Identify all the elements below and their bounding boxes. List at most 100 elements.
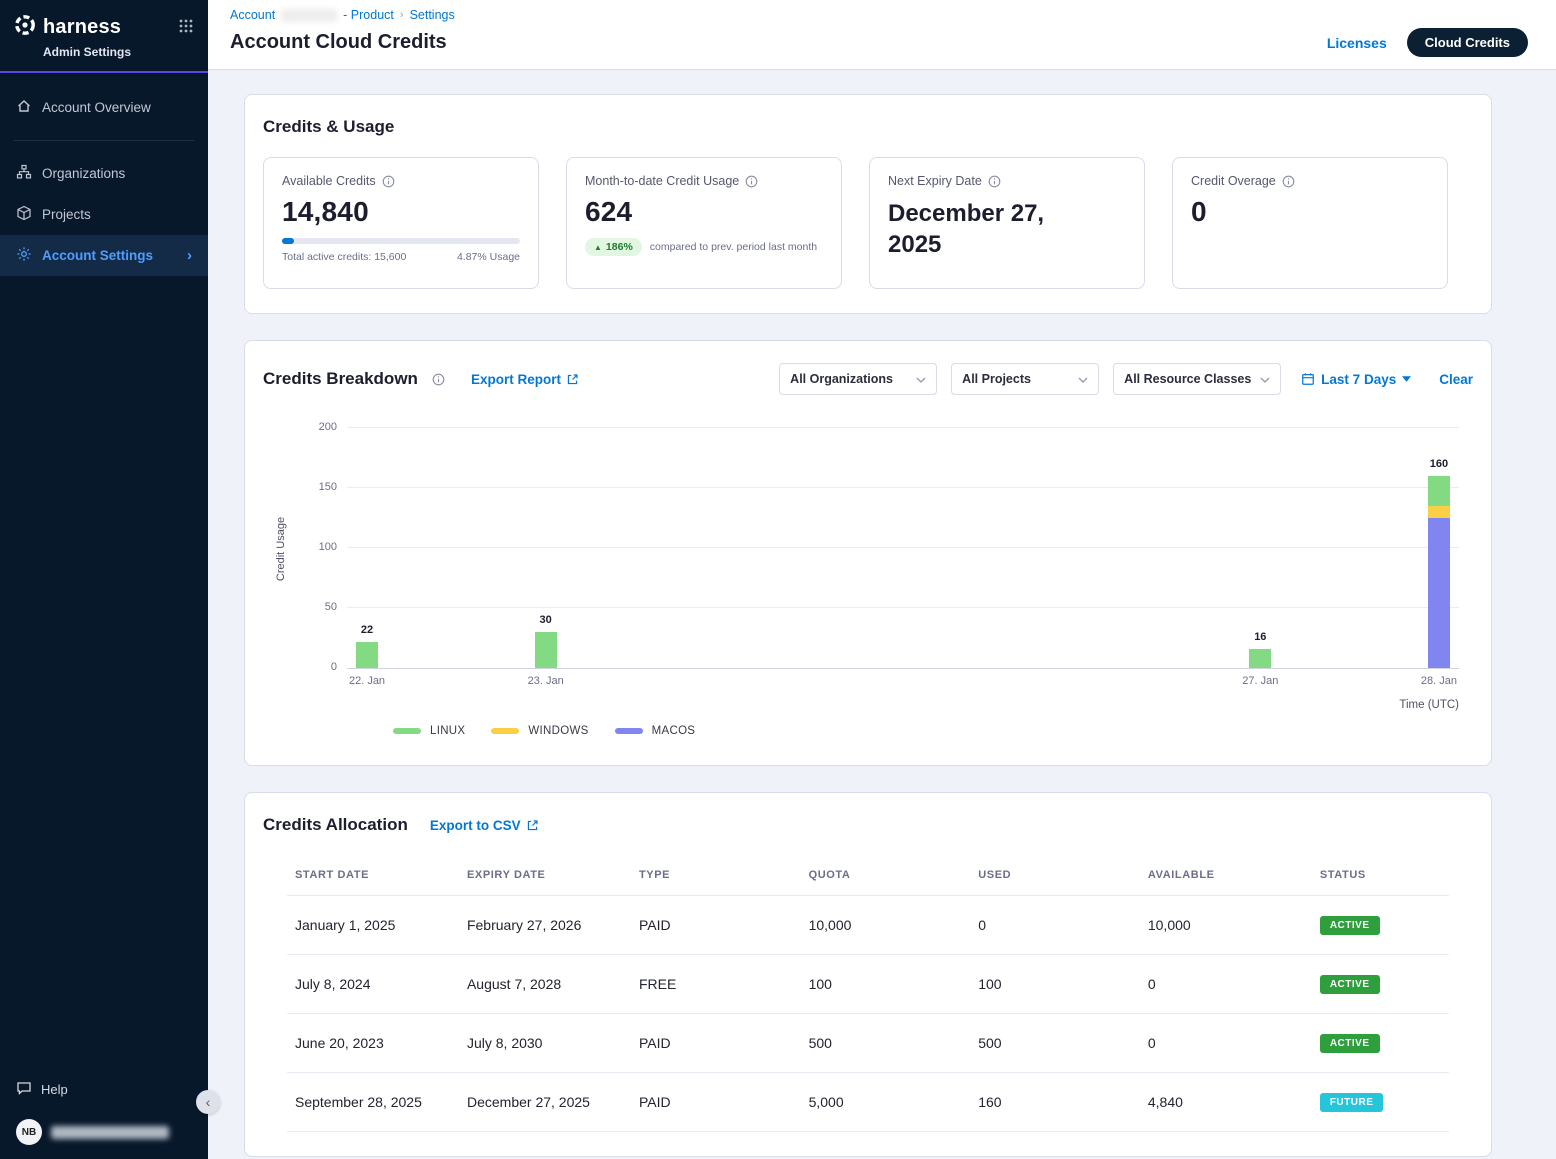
column-header-quota: QUOTA	[801, 857, 971, 896]
export-csv-link[interactable]: Export to CSV	[430, 818, 539, 833]
cell-expiry_date: December 27, 2025	[459, 1073, 631, 1132]
sidebar-divider	[14, 140, 194, 141]
x-tick-label: 27. Jan	[1242, 675, 1278, 687]
cell-available: 10,000	[1140, 896, 1312, 955]
mtd-usage-value: 624	[585, 196, 823, 228]
chevron-down-icon	[1402, 376, 1411, 382]
breadcrumb-product-link[interactable]: - Product	[343, 8, 394, 22]
chevron-right-icon: ›	[187, 247, 192, 264]
next-expiry-label: Next Expiry Date	[888, 174, 982, 188]
legend-label: WINDOWS	[528, 725, 588, 737]
chart-bar-22-jan[interactable]	[356, 642, 378, 668]
avatar[interactable]: NB	[16, 1119, 42, 1145]
sidebar-item-projects[interactable]: Projects	[0, 194, 208, 235]
credit-overage-label: Credit Overage	[1191, 174, 1276, 188]
legend-item-macos[interactable]: MACOS	[615, 725, 696, 737]
y-tick-label: 150	[319, 481, 337, 493]
table-row[interactable]: January 1, 2025February 27, 2026PAID10,0…	[287, 896, 1449, 955]
bar-total-label: 160	[1430, 458, 1448, 470]
available-credits-value: 14,840	[282, 196, 520, 228]
redacted-account-name	[281, 9, 337, 22]
column-header-available: AVAILABLE	[1140, 857, 1312, 896]
info-icon[interactable]	[382, 175, 395, 188]
breadcrumb-account-link[interactable]: Account	[230, 8, 275, 22]
help-button[interactable]: Help	[14, 1072, 194, 1107]
legend-item-windows[interactable]: WINDOWS	[491, 725, 588, 737]
redacted-username	[51, 1126, 169, 1139]
sidebar-item-organizations[interactable]: Organizations	[0, 153, 208, 194]
legend-swatch	[491, 728, 519, 734]
page-title: Account Cloud Credits	[230, 31, 447, 54]
chart-bar-28-jan[interactable]	[1428, 476, 1450, 668]
x-tick-label: 28. Jan	[1421, 675, 1457, 687]
brand-block: harness Admin Settings	[14, 14, 131, 61]
mtd-usage-card: Month-to-date Credit Usage 624 ▲186% com…	[566, 157, 842, 289]
sidebar-item-account-overview[interactable]: Account Overview	[0, 87, 208, 128]
cell-available: 0	[1140, 1014, 1312, 1073]
breadcrumb: Account - Product › Settings	[230, 8, 1528, 22]
y-axis-label: Credit Usage	[275, 516, 287, 580]
sidebar-item-account-settings[interactable]: Account Settings ›	[0, 235, 208, 276]
cell-available: 4,840	[1140, 1073, 1312, 1132]
user-row[interactable]: NB	[14, 1107, 194, 1145]
cell-used: 160	[970, 1073, 1140, 1132]
date-range-picker[interactable]: Last 7 Days	[1301, 372, 1411, 387]
table-row[interactable]: July 8, 2024August 7, 2028FREE1001000ACT…	[287, 955, 1449, 1014]
trend-up-icon: ▲	[594, 243, 602, 252]
cell-status: ACTIVE	[1312, 896, 1449, 955]
export-report-link[interactable]: Export Report	[471, 372, 579, 387]
credits-usage-title: Credits & Usage	[263, 117, 1473, 137]
info-icon[interactable]	[1282, 175, 1295, 188]
cloud-credits-button[interactable]: Cloud Credits	[1407, 28, 1528, 57]
breadcrumb-settings-link[interactable]: Settings	[410, 8, 455, 22]
gridline	[347, 547, 1459, 548]
cell-expiry_date: August 7, 2028	[459, 955, 631, 1014]
table-row[interactable]: June 20, 2023July 8, 2030PAID5005000ACTI…	[287, 1014, 1449, 1073]
sidebar-collapse-toggle[interactable]: ‹	[196, 1090, 220, 1114]
projects-filter[interactable]: All Projects	[951, 363, 1099, 395]
table-row[interactable]: September 28, 2025December 27, 2025PAID5…	[287, 1073, 1449, 1132]
calendar-icon	[1301, 372, 1315, 386]
sidebar-item-label: Account Overview	[42, 100, 151, 115]
gridline	[347, 607, 1459, 608]
info-icon[interactable]	[988, 175, 1001, 188]
status-badge: ACTIVE	[1320, 916, 1380, 935]
cube-icon	[16, 205, 32, 224]
credit-overage-card: Credit Overage 0	[1172, 157, 1448, 289]
gridline	[347, 427, 1459, 428]
chart-bar-27-jan[interactable]	[1249, 649, 1271, 668]
cell-used: 100	[970, 955, 1140, 1014]
module-switcher-icon[interactable]	[178, 18, 194, 39]
x-tick-label: 23. Jan	[528, 675, 564, 687]
status-badge: FUTURE	[1320, 1093, 1384, 1112]
brand-name: harness	[43, 16, 121, 39]
credits-breakdown-card: Credits Breakdown Export Report All Orga…	[244, 340, 1492, 766]
credits-breakdown-title: Credits Breakdown	[263, 369, 418, 389]
credits-breakdown-chart: Credit Usage 0501001502002222. Jan3023. …	[347, 429, 1459, 737]
resource-classes-filter[interactable]: All Resource Classes	[1113, 363, 1281, 395]
available-credits-label: Available Credits	[282, 174, 376, 188]
column-header-type: TYPE	[631, 857, 801, 896]
allocation-table: START DATEEXPIRY DATETYPEQUOTAUSEDAVAILA…	[287, 857, 1449, 1132]
bar-total-label: 16	[1254, 631, 1266, 643]
info-icon[interactable]	[745, 175, 758, 188]
clear-filters-link[interactable]: Clear	[1439, 372, 1473, 387]
cell-type: PAID	[631, 896, 801, 955]
cell-available: 0	[1140, 955, 1312, 1014]
bar-segment-linux	[1428, 476, 1450, 506]
cell-start_date: June 20, 2023	[287, 1014, 459, 1073]
licenses-link[interactable]: Licenses	[1327, 35, 1387, 51]
gridline	[347, 487, 1459, 488]
legend-item-linux[interactable]: LINUX	[393, 725, 465, 737]
bar-segment-linux	[535, 632, 557, 668]
chart-bar-23-jan[interactable]	[535, 632, 557, 668]
bar-total-label: 30	[540, 614, 552, 626]
info-icon[interactable]	[432, 373, 445, 386]
organizations-filter[interactable]: All Organizations	[779, 363, 937, 395]
sidebar-item-label: Organizations	[42, 166, 125, 181]
credits-allocation-card: Credits Allocation Export to CSV START D…	[244, 792, 1492, 1157]
column-header-status: STATUS	[1312, 857, 1449, 896]
cell-status: ACTIVE	[1312, 955, 1449, 1014]
allocation-body: January 1, 2025February 27, 2026PAID10,0…	[287, 896, 1449, 1132]
cell-used: 0	[970, 896, 1140, 955]
